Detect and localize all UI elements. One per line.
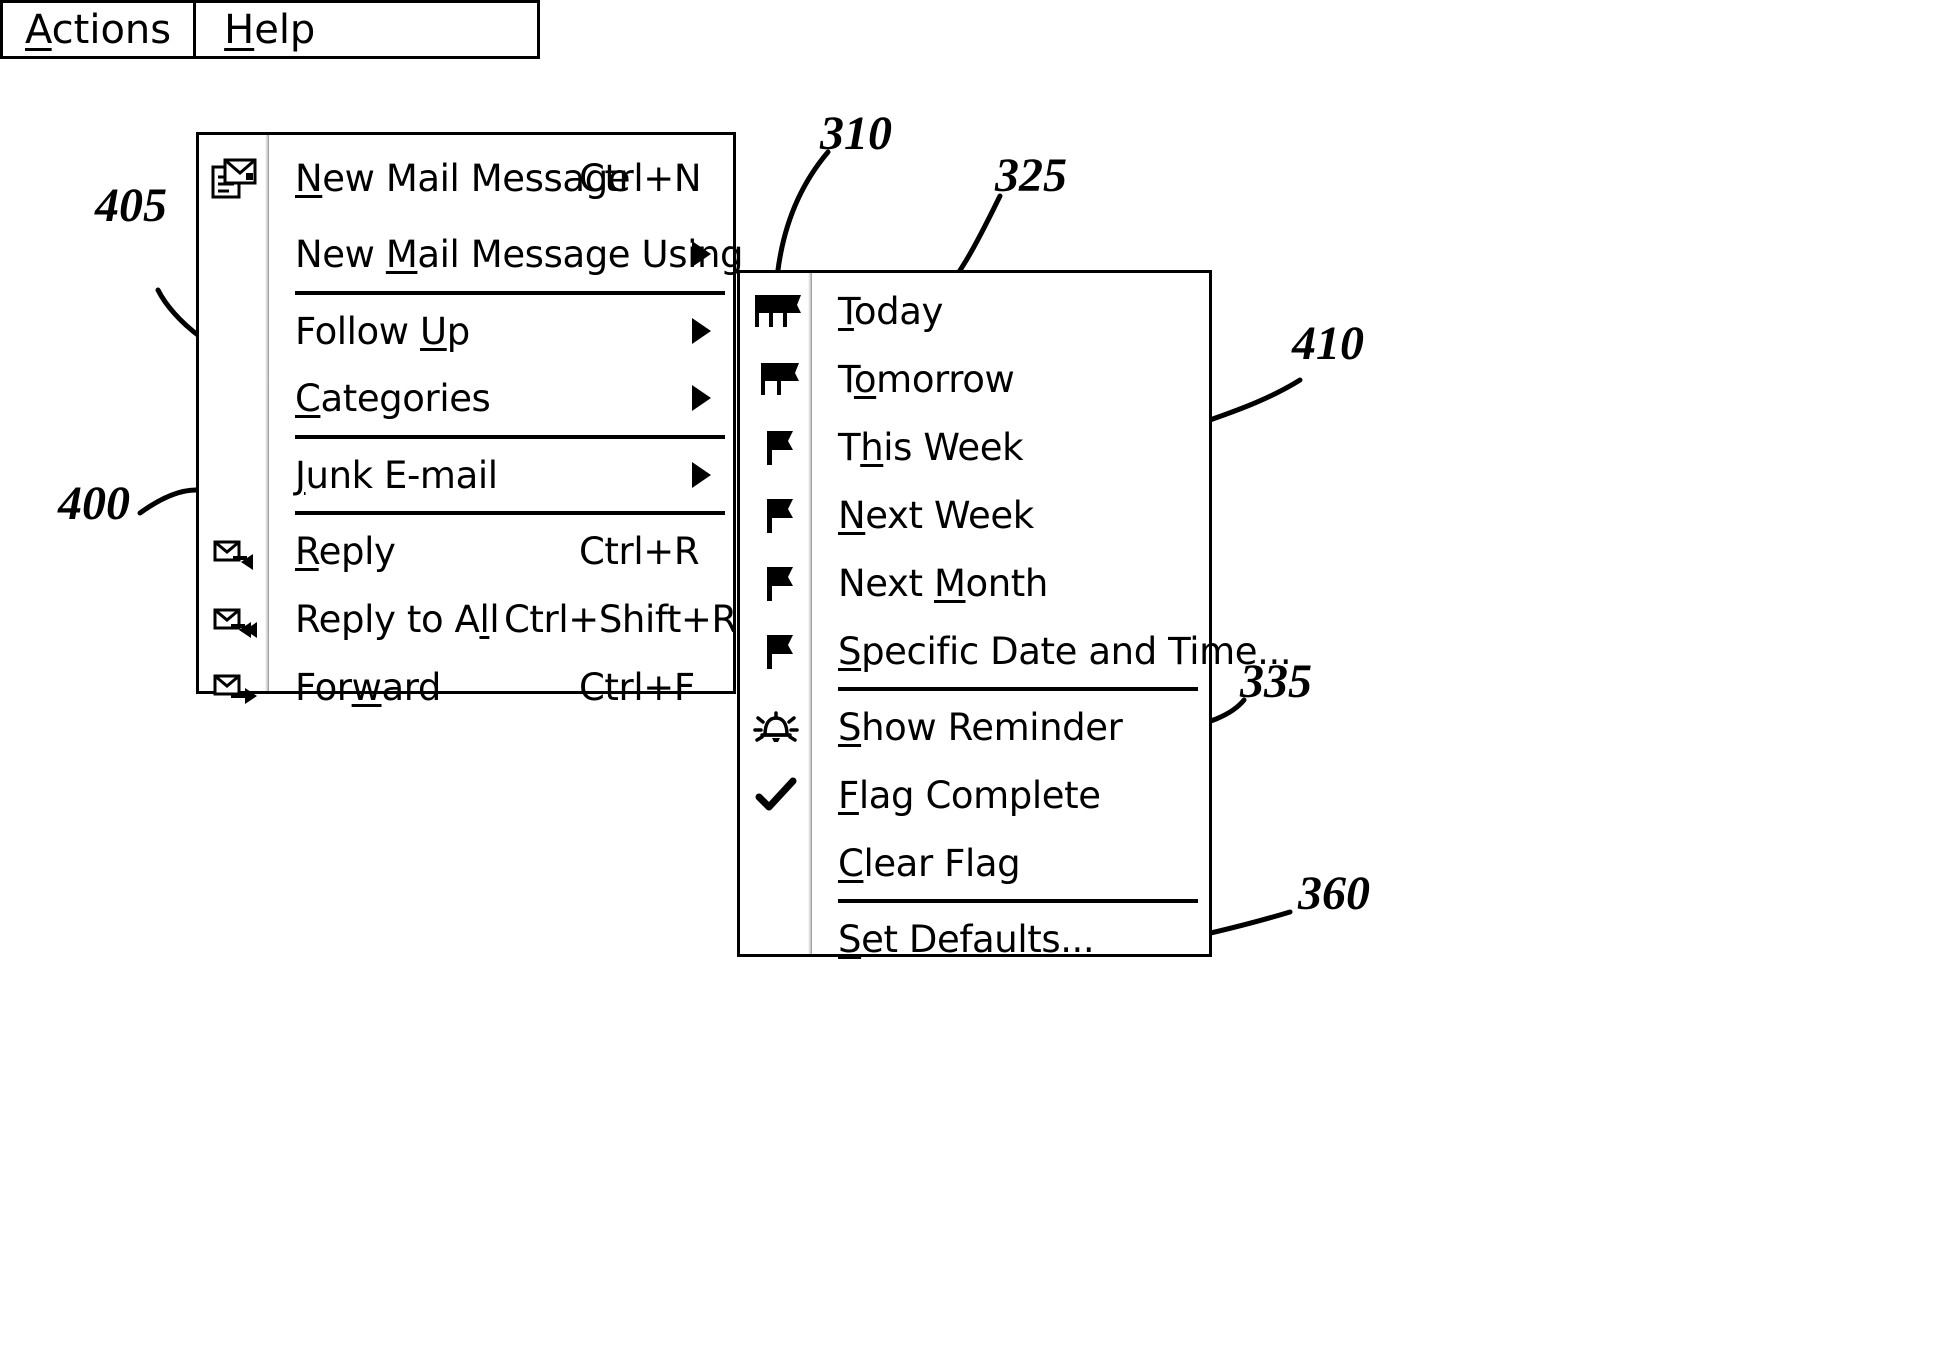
actions-dropdown-menu: New Mail Message Ctrl+N New Mail Message… — [196, 132, 744, 706]
chevron-right-icon — [692, 385, 711, 411]
menu-item-next-week-label: Next Week — [838, 493, 1034, 537]
menu-item-set-defaults[interactable]: Set Defaults... — [740, 905, 1209, 973]
menu-item-new-mail-message-shortcut: Ctrl+N — [579, 156, 702, 200]
flag-single-icon — [740, 617, 812, 685]
menu-item-clear-flag[interactable]: Clear Flag — [740, 829, 1209, 897]
flag-double-icon — [740, 345, 812, 413]
menu-item-forward[interactable]: Forward Ctrl+F — [199, 653, 733, 721]
forward-icon — [199, 653, 269, 721]
menu-item-follow-up-label: Follow Up — [295, 309, 470, 353]
menu-item-tomorrow[interactable]: Tomorrow — [740, 345, 1209, 413]
menu-item-next-week[interactable]: Next Week — [740, 481, 1209, 549]
reference-numeral-400: 400 — [58, 477, 130, 530]
new-mail-message-icon — [199, 135, 269, 221]
menu-item-flag-complete[interactable]: Flag Complete — [740, 761, 1209, 829]
menu-item-set-defaults-label: Set Defaults... — [838, 917, 1095, 961]
menu-item-specific-date-and-time-label: Specific Date and Time... — [838, 629, 1292, 673]
menu-item-follow-up[interactable]: Follow Up — [199, 297, 733, 365]
reference-numeral-410: 410 — [1292, 317, 1364, 370]
menu-item-this-week[interactable]: This Week — [740, 413, 1209, 481]
reference-numeral-360: 360 — [1298, 867, 1370, 920]
menu-item-icon-placeholder — [740, 829, 812, 897]
menu-item-today-label: Today — [838, 289, 944, 333]
menu-item-reply-to-all[interactable]: Reply to All Ctrl+Shift+R — [199, 585, 737, 653]
flag-triple-icon — [740, 277, 812, 345]
follow-up-submenu: Today Tomorrow This Week Next Week Next … — [737, 270, 1292, 958]
menu-item-next-month[interactable]: Next Month — [740, 549, 1209, 617]
menu-separator — [295, 435, 725, 439]
menu-bar: Actions Help — [0, 0, 540, 59]
chevron-right-icon — [692, 462, 711, 488]
menu-separator — [295, 291, 725, 295]
menubar-tab-help[interactable]: Help — [196, 3, 315, 56]
menu-separator — [838, 687, 1198, 691]
reference-numeral-310: 310 — [820, 107, 892, 160]
flag-single-icon — [740, 413, 812, 481]
menu-item-categories-label: Categories — [295, 376, 491, 420]
menu-item-reply-label: Reply — [295, 529, 396, 573]
menu-separator — [295, 511, 725, 515]
menu-item-categories[interactable]: Categories — [199, 365, 733, 431]
menu-item-new-mail-message-using-label: New Mail Message Using — [295, 232, 744, 276]
reference-numeral-325: 325 — [995, 149, 1067, 202]
menu-item-reply-to-all-shortcut: Ctrl+Shift+R — [504, 597, 737, 641]
reply-all-icon — [199, 585, 269, 653]
menu-item-junk-email[interactable]: Junk E-mail — [199, 441, 733, 509]
menu-item-today[interactable]: Today — [740, 277, 1209, 345]
menu-item-this-week-label: This Week — [838, 425, 1024, 469]
menu-separator — [838, 899, 1198, 903]
menu-item-new-mail-message-using[interactable]: New Mail Message Using — [199, 221, 744, 287]
menu-item-specific-date-and-time[interactable]: Specific Date and Time... — [740, 617, 1292, 685]
menu-item-icon-placeholder — [199, 365, 269, 431]
menu-item-icon-placeholder — [199, 441, 269, 509]
menubar-tab-actions-label: Actions — [25, 6, 172, 53]
checkmark-icon — [740, 761, 812, 829]
menubar-tab-help-label: Help — [224, 6, 316, 53]
menu-item-next-month-label: Next Month — [838, 561, 1048, 605]
reference-numeral-335: 335 — [1240, 655, 1312, 708]
bell-reminder-icon — [740, 693, 812, 761]
menu-item-icon-placeholder — [199, 297, 269, 365]
menu-item-reply-shortcut: Ctrl+R — [579, 529, 700, 573]
menu-item-new-mail-message[interactable]: New Mail Message Ctrl+N — [199, 135, 733, 221]
leader-400 — [137, 487, 199, 516]
menu-item-show-reminder-label: Show Reminder — [838, 705, 1123, 749]
flag-single-icon — [740, 481, 812, 549]
chevron-right-icon — [692, 241, 711, 267]
menu-item-reply-to-all-label: Reply to All — [295, 597, 500, 641]
menu-item-clear-flag-label: Clear Flag — [838, 841, 1021, 885]
menubar-tab-actions[interactable]: Actions — [3, 3, 197, 56]
flag-single-icon — [740, 549, 812, 617]
menu-item-icon-placeholder — [199, 221, 269, 287]
menu-item-icon-placeholder — [740, 905, 812, 973]
menu-item-forward-shortcut: Ctrl+F — [579, 665, 695, 709]
menu-item-reply[interactable]: Reply Ctrl+R — [199, 517, 733, 585]
menu-item-junk-email-label: Junk E-mail — [295, 453, 498, 497]
reply-icon — [199, 517, 269, 585]
menu-item-flag-complete-label: Flag Complete — [838, 773, 1101, 817]
reference-numeral-405: 405 — [95, 179, 167, 232]
leader-410 — [1207, 377, 1303, 423]
chevron-right-icon — [692, 318, 711, 344]
menu-item-forward-label: Forward — [295, 665, 442, 709]
menu-item-show-reminder[interactable]: Show Reminder — [740, 693, 1209, 761]
menu-item-tomorrow-label: Tomorrow — [838, 357, 1015, 401]
